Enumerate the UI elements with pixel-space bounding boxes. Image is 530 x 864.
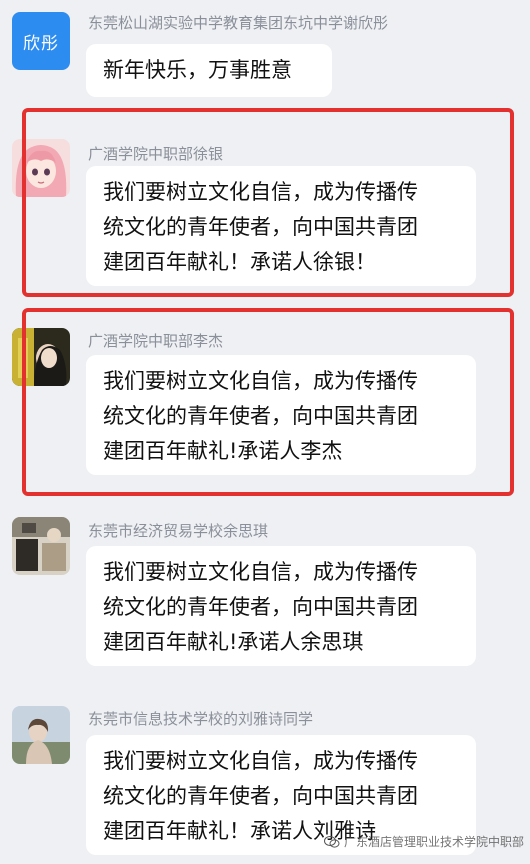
- message-line: 新年快乐，万事胜意: [103, 58, 292, 82]
- message-line: 我们要树立文化自信，成为传播传: [103, 749, 418, 773]
- sender-name: 东莞市信息技术学校的刘雅诗同学: [88, 710, 314, 728]
- watermark-text: 广东酒店管理职业技术学院中职部: [343, 835, 524, 849]
- message-line: 统文化的青年使者，向中国共青团: [103, 595, 418, 619]
- highlight-box: [22, 308, 514, 496]
- highlight-box: [22, 108, 514, 297]
- message-line: 建团百年献礼!承诺人余思琪: [103, 630, 364, 654]
- avatar-text: 欣彤: [23, 33, 59, 54]
- message-bubble[interactable]: 新年快乐，万事胜意: [86, 44, 332, 97]
- sender-name: 东莞市经济贸易学校余思琪: [88, 522, 269, 540]
- message-line: 统文化的青年使者，向中国共青团: [103, 784, 418, 808]
- wechat-icon: [323, 835, 340, 848]
- avatar[interactable]: [12, 517, 70, 575]
- avatar[interactable]: [12, 706, 70, 764]
- message-bubble[interactable]: 我们要树立文化自信，成为传播传 统文化的青年使者，向中国共青团 建团百年献礼!承…: [86, 546, 476, 666]
- photo-avatar-icon: [12, 517, 70, 575]
- sender-name: 东莞松山湖实验中学教育集团东坑中学谢欣彤: [88, 14, 389, 32]
- avatar[interactable]: 欣彤: [12, 12, 70, 70]
- photo-avatar-icon: [12, 706, 70, 764]
- message-line: 我们要树立文化自信，成为传播传: [103, 560, 418, 584]
- watermark: 广东酒店管理职业技术学院中职部: [323, 833, 524, 850]
